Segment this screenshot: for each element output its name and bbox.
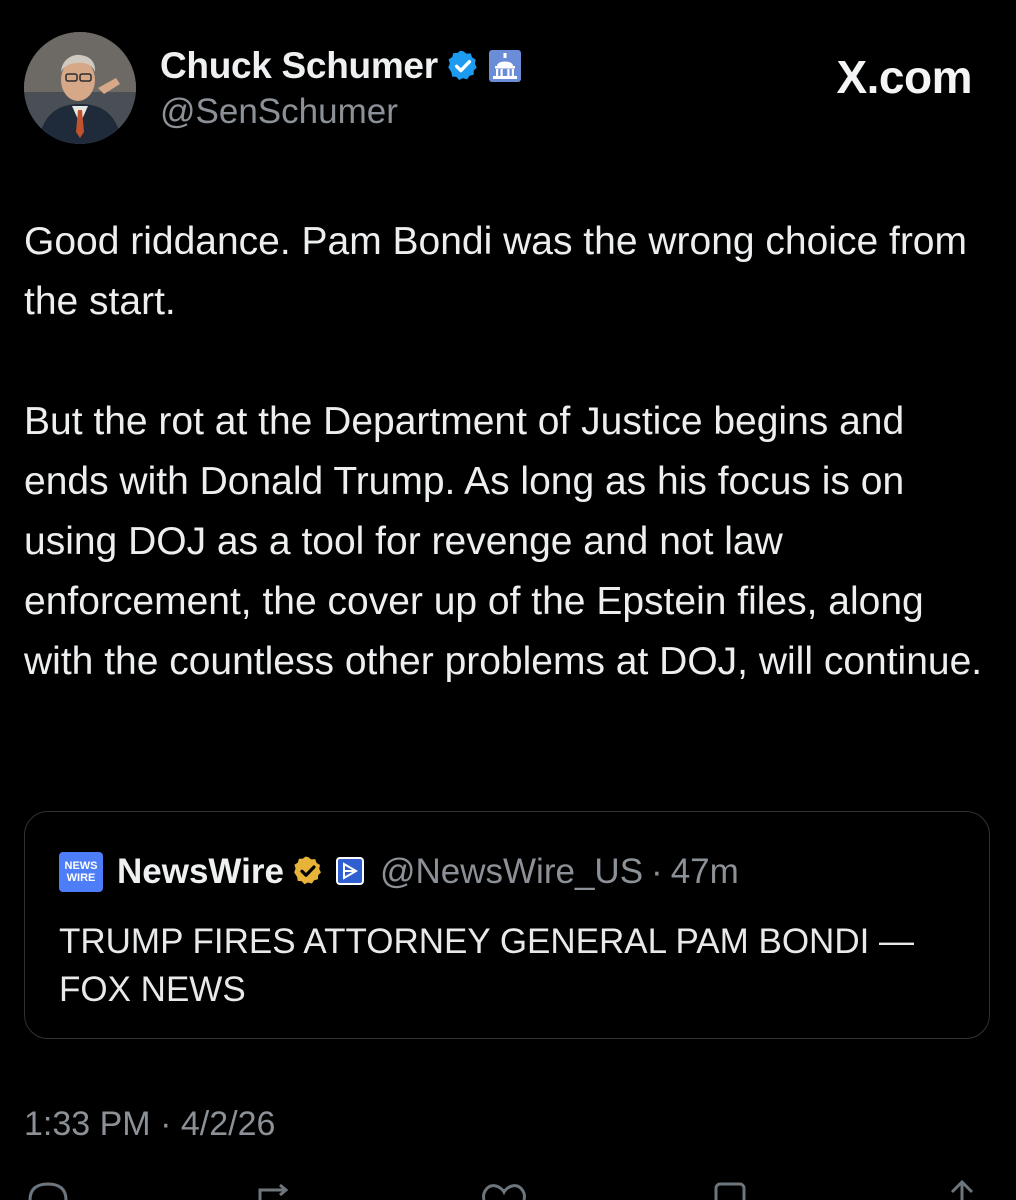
affiliate-badge-icon (334, 855, 368, 889)
timestamp-separator: · (160, 1105, 172, 1143)
newswire-logo-line-2: WIRE (66, 872, 96, 884)
reply-icon[interactable] (26, 1180, 70, 1200)
tweet-action-bar (0, 1180, 1016, 1200)
quoted-author-handle[interactable]: @NewsWire_US (380, 852, 643, 892)
capitol-government-icon (488, 49, 522, 83)
newswire-logo-line-1: NEWS (64, 860, 98, 872)
tweet-body: Good riddance. Pam Bondi was the wrong c… (24, 212, 994, 692)
author-name-row: Chuck Schumer (160, 44, 522, 88)
quoted-time[interactable]: 47m (671, 852, 739, 892)
quoted-tweet-card[interactable]: NEWS WIRE NewsWire @NewsWire_US · 47m TR… (24, 811, 990, 1039)
repost-icon[interactable] (250, 1180, 300, 1200)
verified-check-icon (446, 49, 480, 83)
share-icon[interactable] (940, 1180, 984, 1200)
author-handle[interactable]: @SenSchumer (160, 92, 398, 132)
author-display-name[interactable]: Chuck Schumer (160, 45, 438, 87)
quoted-tweet-text: TRUMP FIRES ATTORNEY GENERAL PAM BONDI —… (59, 922, 915, 1009)
quoted-separator: · (651, 852, 663, 891)
quoted-author-name[interactable]: NewsWire (117, 852, 284, 892)
like-icon[interactable] (478, 1180, 530, 1200)
timestamp-date: 4/2/26 (180, 1105, 276, 1143)
x-brand-logo: X.com (836, 51, 972, 103)
tweet-paragraph-1: Good riddance. Pam Bondi was the wrong c… (24, 220, 967, 323)
newswire-avatar[interactable]: NEWS WIRE (59, 852, 103, 892)
tweet-timestamp[interactable]: 1:33 PM · 4/2/26 (24, 1105, 275, 1144)
author-avatar[interactable] (24, 32, 136, 144)
timestamp-time: 1:33 PM (24, 1105, 151, 1143)
gold-verified-check-icon (292, 855, 326, 889)
tweet-paragraph-2: But the rot at the Department of Justice… (24, 400, 983, 683)
quoted-tweet-header: NEWS WIRE NewsWire @NewsWire_US · 47m (59, 852, 739, 892)
bookmark-icon[interactable] (708, 1180, 752, 1200)
